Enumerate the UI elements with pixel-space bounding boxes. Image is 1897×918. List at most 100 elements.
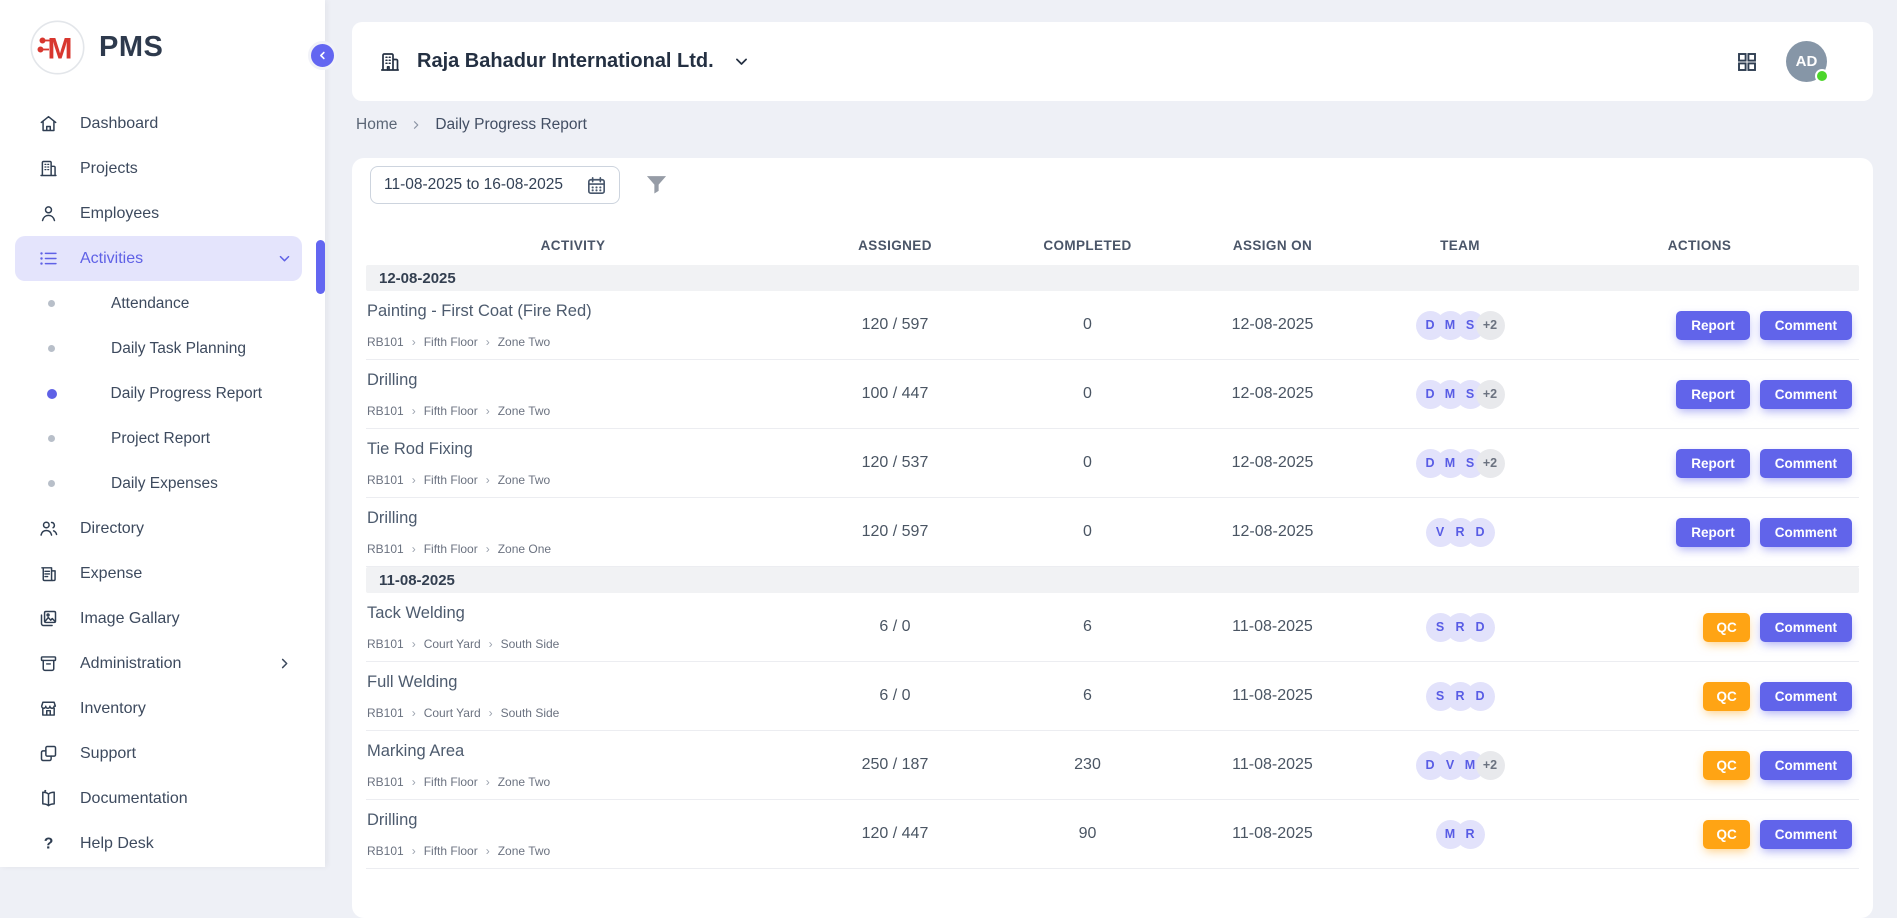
sidebar: M PMS DashboardProjectsEmployeesActiviti… — [0, 0, 325, 867]
sidebar-item-dashboard[interactable]: Dashboard — [15, 101, 302, 146]
table-body: 12-08-2025Painting - First Coat (Fire Re… — [366, 265, 1859, 869]
sidebar-item-expense[interactable]: Expense — [15, 551, 302, 596]
team-extra-count[interactable]: +2 — [1476, 751, 1505, 780]
location-segment: South Side — [501, 637, 560, 651]
company-selector[interactable]: Raja Bahadur International Ltd. — [378, 50, 750, 74]
activity-location: RB101›Fifth Floor›Zone One — [367, 542, 780, 556]
sidebar-item-label: Administration — [80, 655, 181, 673]
location-segment: RB101 — [367, 775, 404, 789]
sidebar-item-label: Help Desk — [80, 835, 154, 853]
assign-on-date: 11-08-2025 — [1165, 825, 1380, 843]
user-avatar[interactable]: AD — [1786, 41, 1827, 82]
team-extra-count[interactable]: +2 — [1476, 311, 1505, 340]
comment-button[interactable]: Comment — [1760, 820, 1852, 849]
sidebar-item-employees[interactable]: Employees — [15, 191, 302, 236]
report-button[interactable]: Report — [1676, 380, 1750, 409]
sidebar-item-help-desk[interactable]: ?Help Desk — [15, 821, 302, 866]
report-button[interactable]: Report — [1676, 311, 1750, 340]
assigned-value: 120 / 597 — [780, 523, 1010, 541]
date-range-picker[interactable] — [370, 166, 620, 204]
assigned-value: 120 / 537 — [780, 454, 1010, 472]
chevron-right-icon: › — [486, 845, 490, 857]
sidebar-item-inventory[interactable]: Inventory — [15, 686, 302, 731]
row-actions: Report Comment — [1540, 449, 1859, 478]
team-member-avatar[interactable]: R — [1456, 820, 1485, 849]
people-icon — [38, 518, 59, 539]
activity-location: RB101›Court Yard›South Side — [367, 637, 780, 651]
assign-on-date: 11-08-2025 — [1165, 618, 1380, 636]
activity-name: Marking Area — [367, 742, 780, 761]
completed-value: 6 — [1010, 687, 1165, 705]
comment-button[interactable]: Comment — [1760, 682, 1852, 711]
breadcrumb-home[interactable]: Home — [356, 116, 397, 134]
table-row: Painting - First Coat (Fire Red)RB101›Fi… — [366, 291, 1859, 360]
comment-button[interactable]: Comment — [1760, 380, 1852, 409]
location-segment: Zone Two — [498, 844, 550, 858]
sidebar-collapse-button[interactable] — [308, 41, 337, 70]
comment-button[interactable]: Comment — [1760, 449, 1852, 478]
qc-button[interactable]: QC — [1703, 682, 1749, 711]
sidebar-item-projects[interactable]: Projects — [15, 146, 302, 191]
apps-grid-icon[interactable] — [1735, 50, 1759, 74]
col-completed: COMPLETED — [1010, 238, 1165, 253]
table-row: Tack WeldingRB101›Court Yard›South Side6… — [366, 593, 1859, 662]
activity-location: RB101›Fifth Floor›Zone Two — [367, 404, 780, 418]
location-segment: Zone Two — [498, 404, 550, 418]
sidebar-item-directory[interactable]: Directory — [15, 506, 302, 551]
sidebar-item-administration[interactable]: Administration — [15, 641, 302, 686]
sidebar-item-label: Inventory — [80, 700, 146, 718]
comment-button[interactable]: Comment — [1760, 613, 1852, 642]
assign-on-date: 11-08-2025 — [1165, 756, 1380, 774]
comment-button[interactable]: Comment — [1760, 518, 1852, 547]
sidebar-subitem-daily-task-planning[interactable]: Daily Task Planning — [0, 326, 325, 371]
chevron-right-icon: › — [486, 405, 490, 417]
date-group-header: 11-08-2025 — [366, 567, 1859, 593]
team-member-avatar[interactable]: D — [1466, 613, 1495, 642]
report-button[interactable]: Report — [1676, 518, 1750, 547]
row-actions: Report Comment — [1540, 518, 1859, 547]
row-actions: Report Comment — [1540, 311, 1859, 340]
sidebar-item-label: Directory — [80, 520, 144, 538]
team-extra-count[interactable]: +2 — [1476, 380, 1505, 409]
sidebar-subitem-project-report[interactable]: Project Report — [0, 416, 325, 461]
chevron-right-icon: › — [489, 638, 493, 650]
filter-funnel-icon[interactable] — [643, 171, 670, 198]
sidebar-subitem-daily-expenses[interactable]: Daily Expenses — [0, 461, 325, 506]
chevron-right-icon: › — [486, 336, 490, 348]
progress-table: ACTIVITY ASSIGNED COMPLETED ASSIGN ON TE… — [366, 225, 1859, 869]
sidebar-item-activities[interactable]: Activities — [15, 236, 302, 281]
bullet-dot-icon — [47, 389, 57, 399]
activity-name: Drilling — [367, 811, 780, 830]
assigned-value: 100 / 447 — [780, 385, 1010, 403]
completed-value: 90 — [1010, 825, 1165, 843]
comment-button[interactable]: Comment — [1760, 311, 1852, 340]
qc-button[interactable]: QC — [1703, 751, 1749, 780]
team-member-avatar[interactable]: D — [1466, 682, 1495, 711]
table-row: DrillingRB101›Fifth Floor›Zone Two100 / … — [366, 360, 1859, 429]
report-button[interactable]: Report — [1676, 449, 1750, 478]
chevron-right-icon: › — [412, 707, 416, 719]
person-icon — [38, 203, 59, 224]
sidebar-item-image-gallary[interactable]: Image Gallary — [15, 596, 302, 641]
activity-location: RB101›Fifth Floor›Zone Two — [367, 335, 780, 349]
row-actions: QC Comment — [1540, 613, 1859, 642]
sidebar-subitem-attendance[interactable]: Attendance — [0, 281, 325, 326]
table-row: Marking AreaRB101›Fifth Floor›Zone Two25… — [366, 731, 1859, 800]
team-extra-count[interactable]: +2 — [1476, 449, 1505, 478]
sidebar-subitem-daily-progress-report[interactable]: Daily Progress Report — [0, 371, 325, 416]
store-icon — [38, 698, 59, 719]
location-segment: Court Yard — [424, 637, 481, 651]
table-row: DrillingRB101›Fifth Floor›Zone One120 / … — [366, 498, 1859, 567]
sidebar-item-support[interactable]: Support — [15, 731, 302, 776]
chevron-down-icon — [277, 251, 292, 266]
completed-value: 6 — [1010, 618, 1165, 636]
comment-button[interactable]: Comment — [1760, 751, 1852, 780]
qc-button[interactable]: QC — [1703, 820, 1749, 849]
archive-icon — [38, 653, 59, 674]
sidebar-item-documentation[interactable]: Documentation — [15, 776, 302, 821]
date-range-input[interactable] — [384, 176, 576, 194]
team-member-avatar[interactable]: D — [1466, 518, 1495, 547]
building-icon — [378, 50, 402, 74]
qc-button[interactable]: QC — [1703, 613, 1749, 642]
col-actions: ACTIONS — [1540, 238, 1859, 253]
